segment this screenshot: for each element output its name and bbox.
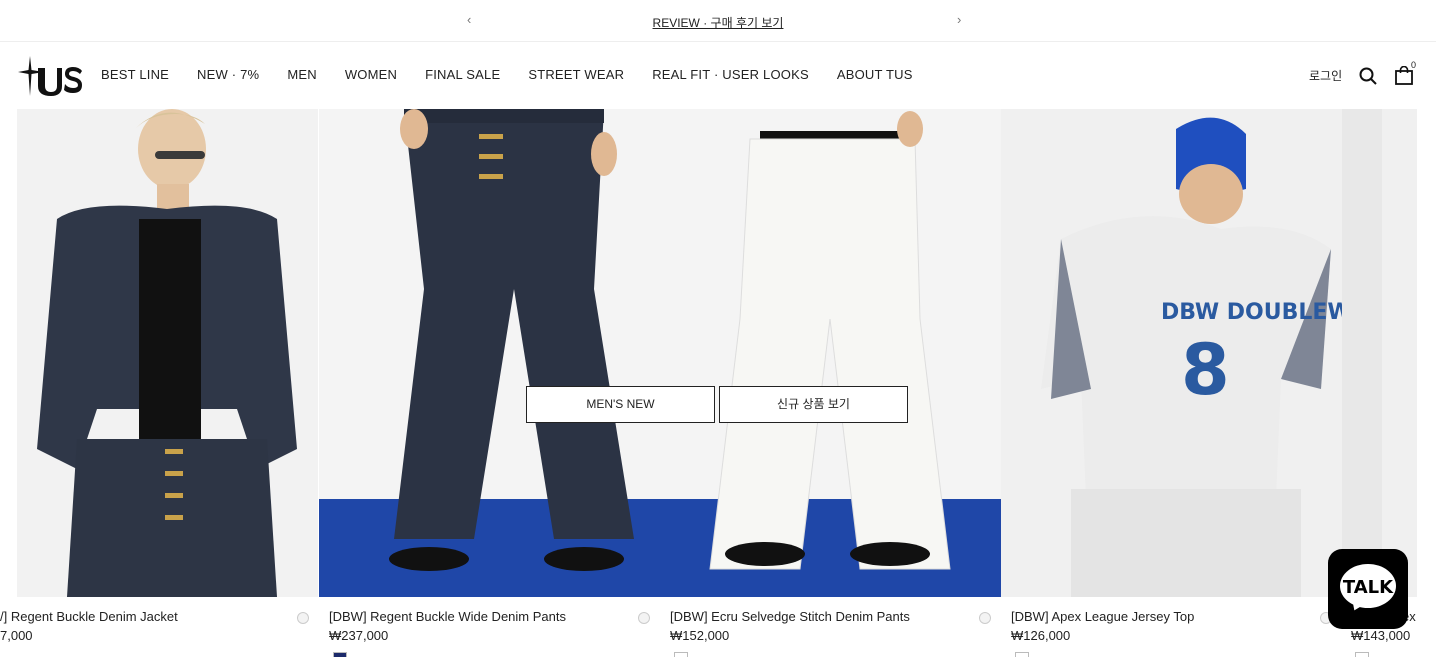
main-nav: BEST LINE NEW · 7% MEN WOMEN FINAL SALE … bbox=[101, 67, 941, 82]
announcement-bar: ‹ REVIEW · 구매 후기 보기 › bbox=[0, 0, 1436, 42]
nav-best-line[interactable]: BEST LINE bbox=[101, 67, 169, 82]
talk-chat-button[interactable]: TALK bbox=[1328, 549, 1408, 629]
product-image[interactable] bbox=[319, 109, 660, 597]
product-photo-wide-denim bbox=[319, 109, 660, 597]
mens-new-button[interactable]: MEN'S NEW bbox=[526, 386, 715, 423]
product-image[interactable] bbox=[17, 109, 318, 597]
product-image[interactable] bbox=[1342, 109, 1417, 597]
product-card[interactable]: [DBW] Ecru Selvedge Stitch Denim Pants ₩… bbox=[660, 109, 1001, 657]
svg-text:8: 8 bbox=[1181, 329, 1230, 411]
chevron-right-icon[interactable]: › bbox=[957, 12, 961, 27]
search-icon[interactable] bbox=[1359, 67, 1377, 85]
logo[interactable] bbox=[16, 54, 84, 98]
nav-real-fit[interactable]: REAL FIT · USER LOOKS bbox=[652, 67, 809, 82]
heart-icon[interactable] bbox=[638, 612, 650, 624]
product-name[interactable]: [DBW] Ecru Selvedge Stitch Denim Pants bbox=[670, 609, 910, 624]
product-card[interactable]: [DBW] Regent Buckle Wide Denim Pants ₩23… bbox=[319, 109, 660, 657]
site-header: BEST LINE NEW · 7% MEN WOMEN FINAL SALE … bbox=[0, 42, 1436, 109]
product-carousel: /] Regent Buckle Denim Jacket 7,000 [DBW… bbox=[0, 109, 1436, 657]
product-price: ₩126,000 bbox=[1011, 628, 1071, 643]
product-name[interactable]: [DBW] Apex League Jersey Top bbox=[1011, 609, 1194, 624]
color-swatch[interactable] bbox=[333, 652, 347, 657]
product-photo-jersey-top: DBW DOUBLEWIN 8 bbox=[1001, 109, 1342, 597]
product-price: ₩152,000 bbox=[670, 628, 730, 643]
product-card[interactable]: /] Regent Buckle Denim Jacket 7,000 bbox=[0, 109, 318, 657]
review-link[interactable]: REVIEW · 구매 후기 보기 bbox=[0, 14, 1436, 31]
product-photo-ecru-denim bbox=[660, 109, 1001, 597]
product-image[interactable]: DBW DOUBLEWIN 8 bbox=[1001, 109, 1342, 597]
product-photo-apex bbox=[1342, 109, 1417, 597]
product-photo-denim-jacket bbox=[17, 109, 318, 597]
product-card[interactable]: DBW DOUBLEWIN 8 [DBW] Apex League Jersey… bbox=[1001, 109, 1342, 657]
product-price: 7,000 bbox=[0, 628, 33, 643]
nav-about[interactable]: ABOUT TUS bbox=[837, 67, 913, 82]
talk-label: TALK bbox=[1342, 577, 1394, 598]
heart-icon[interactable] bbox=[297, 612, 309, 624]
heart-icon[interactable] bbox=[979, 612, 991, 624]
color-swatch[interactable] bbox=[674, 652, 688, 657]
svg-text:DBW DOUBLEWIN: DBW DOUBLEWIN bbox=[1161, 300, 1342, 325]
color-swatch[interactable] bbox=[1015, 652, 1029, 657]
nav-final-sale[interactable]: FINAL SALE bbox=[425, 67, 500, 82]
product-name[interactable]: [DBW] Regent Buckle Wide Denim Pants bbox=[329, 609, 566, 624]
nav-men[interactable]: MEN bbox=[287, 67, 317, 82]
nav-street-wear[interactable]: STREET WEAR bbox=[528, 67, 624, 82]
new-products-button[interactable]: 신규 상품 보기 bbox=[719, 386, 908, 423]
product-price: ₩237,000 bbox=[329, 628, 389, 643]
product-price: ₩143,000 bbox=[1351, 628, 1411, 643]
cart-count: 0 bbox=[1411, 60, 1417, 70]
product-image[interactable] bbox=[660, 109, 1001, 597]
color-swatch[interactable] bbox=[1355, 652, 1369, 657]
nav-new[interactable]: NEW · 7% bbox=[197, 67, 259, 82]
login-link[interactable]: 로그인 bbox=[1309, 67, 1342, 84]
product-name[interactable]: /] Regent Buckle Denim Jacket bbox=[0, 609, 178, 624]
nav-women[interactable]: WOMEN bbox=[345, 67, 397, 82]
